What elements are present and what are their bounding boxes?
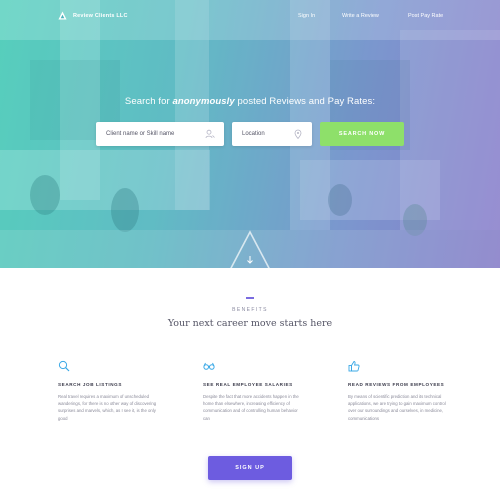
user-search-icon (205, 129, 215, 139)
brand-logo[interactable]: Review Clients LLC (58, 11, 128, 20)
triangle-logo-icon (58, 11, 67, 20)
thumbs-up-icon (348, 361, 360, 372)
benefits-headline: Your next career move starts here (167, 318, 333, 329)
sign-up-button[interactable]: SIGN UP (208, 456, 292, 480)
feature-read-reviews: READ REVIEWS FROM EMPLOYEES By means of … (348, 360, 448, 422)
section-divider (246, 297, 254, 299)
brand-name: Review Clients LLC (73, 12, 128, 19)
feature-description: Despite the fact that more accidents hap… (203, 394, 299, 421)
feature-see-salaries: SEE REAL EMPLOYEE SALARIES Despite the f… (203, 360, 303, 422)
magnifier-icon (58, 360, 70, 372)
scroll-down-arrow-icon[interactable] (245, 255, 255, 265)
hero-tagline: Search for anonymously posted Reviews an… (0, 96, 500, 107)
tagline-suffix: posted Reviews and Pay Rates: (234, 96, 376, 107)
hero-section: Review Clients LLC Sign In Write a Revie… (0, 0, 500, 268)
feature-description: Real travel requires a maximum of unsche… (58, 394, 157, 421)
keyword-search-input[interactable]: Client name or Skill name (96, 122, 224, 146)
keyword-placeholder: Client name or Skill name (106, 131, 175, 137)
location-placeholder: Location (242, 131, 265, 137)
feature-title: READ REVIEWS FROM EMPLOYEES (348, 382, 445, 387)
nav-link-post-pay-rate[interactable]: Post Pay Rate (408, 13, 443, 19)
tagline-emphasis: anonymously (172, 96, 235, 107)
top-navigation: Review Clients LLC Sign In Write a Revie… (0, 0, 500, 32)
nav-link-sign-in[interactable]: Sign In (298, 13, 315, 19)
location-input[interactable]: Location (232, 122, 312, 146)
feature-description: By means of scientific prediction and it… (348, 394, 446, 421)
glasses-icon (203, 362, 215, 370)
tagline-prefix: Search for (124, 96, 173, 107)
nav-link-write-review[interactable]: Write a Review (342, 13, 379, 19)
feature-title: SEE REAL EMPLOYEE SALARIES (203, 382, 293, 387)
search-now-button[interactable]: SEARCH NOW (320, 122, 404, 146)
feature-title: SEARCH JOB LISTINGS (58, 382, 122, 387)
map-pin-icon (294, 129, 302, 139)
feature-search-job-listings: SEARCH JOB LISTINGS Real travel requires… (58, 360, 158, 422)
benefits-eyebrow: BENEFITS (232, 307, 268, 313)
